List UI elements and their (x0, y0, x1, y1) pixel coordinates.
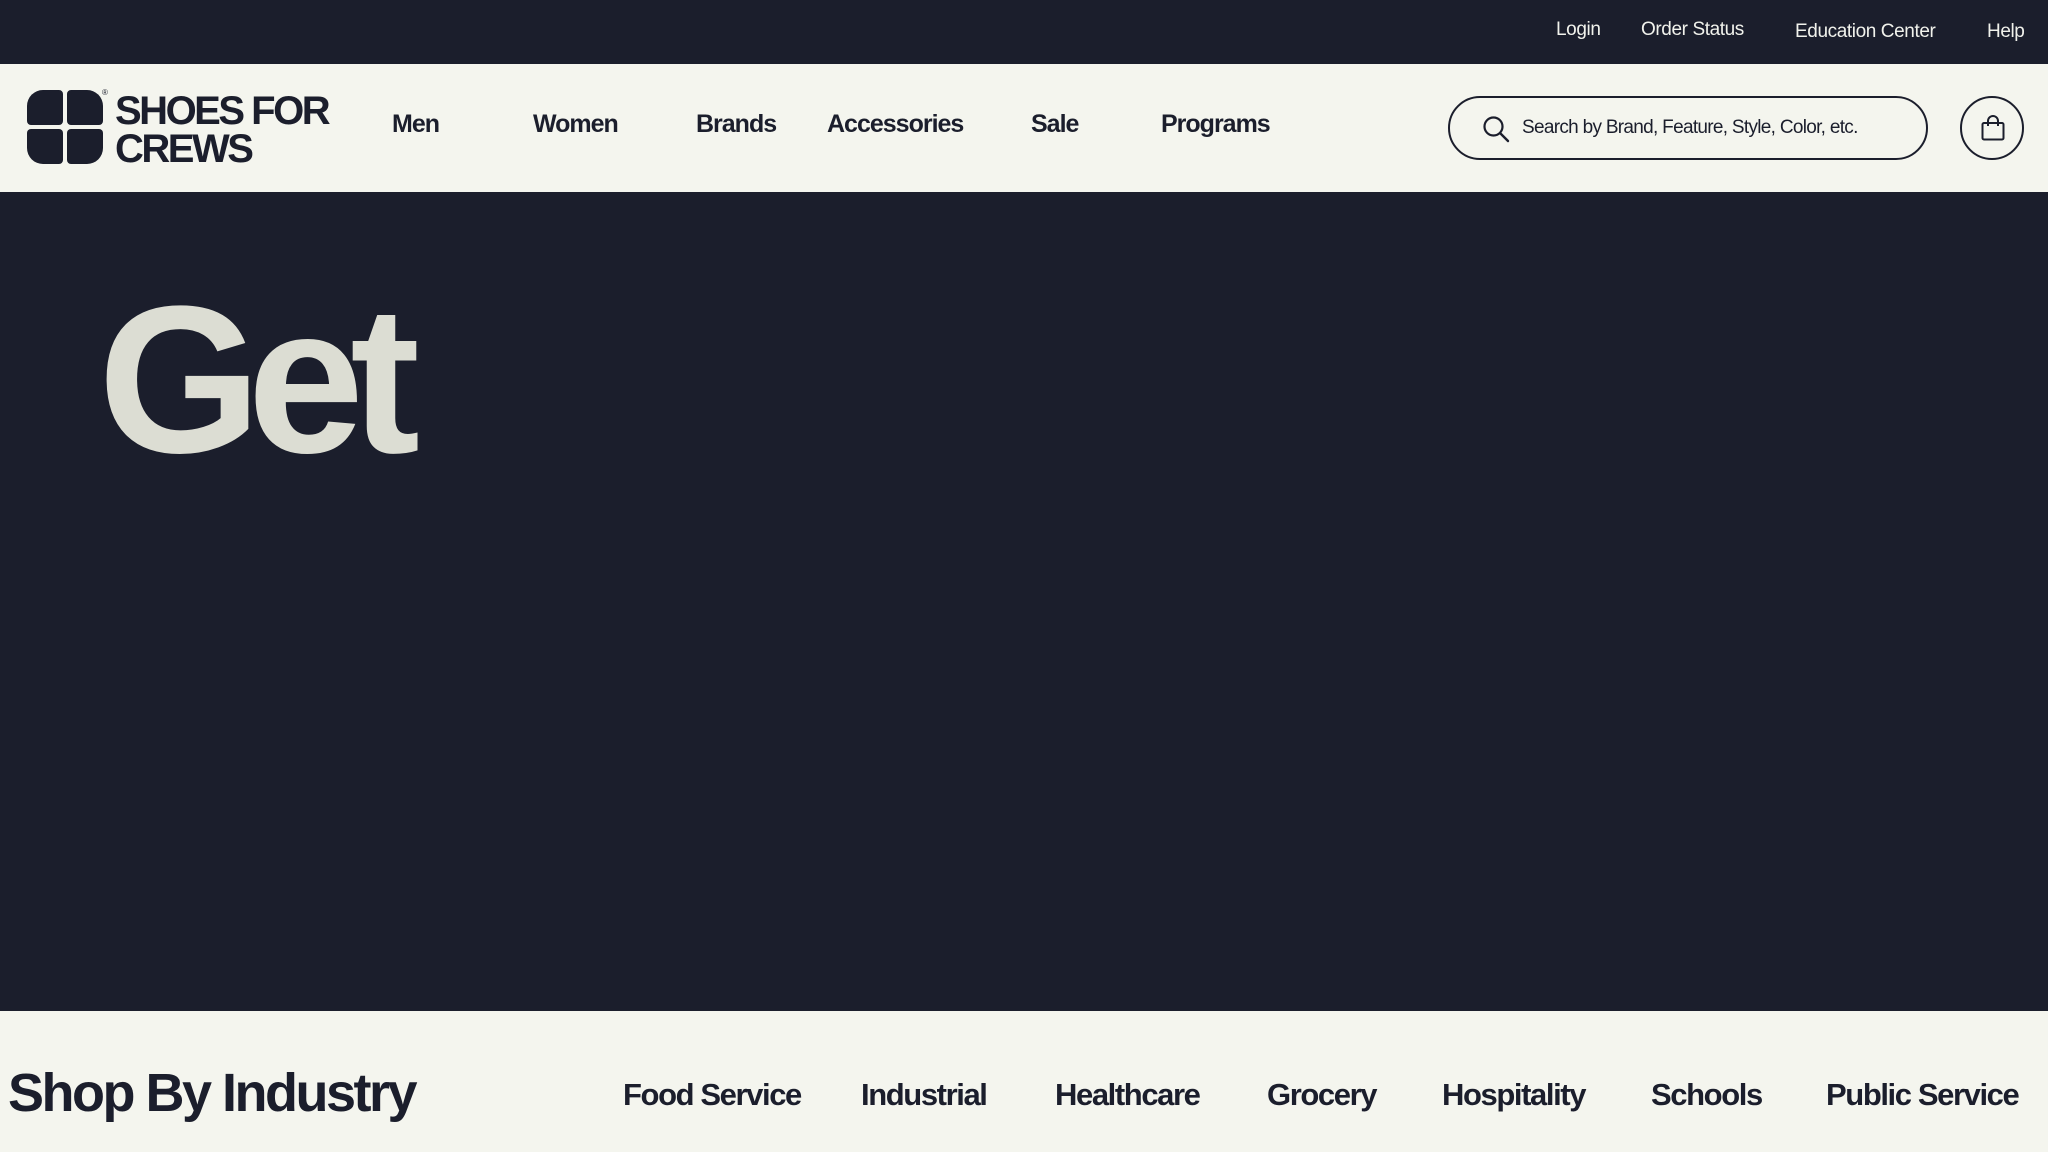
industry-healthcare[interactable]: Healthcare (1055, 1077, 1201, 1113)
industry-food-service[interactable]: Food Service (623, 1077, 802, 1113)
shop-by-industry-title: Shop By Industry (8, 1063, 418, 1123)
industry-hospitality[interactable]: Hospitality (1442, 1077, 1586, 1113)
industry-public-service[interactable]: Public Service (1826, 1077, 2020, 1113)
shopping-bag-icon (1981, 115, 2005, 141)
login-link[interactable]: Login (1556, 19, 1601, 41)
main-header: ® SHOES FOR CREWS Men Women Brands Acces… (0, 64, 2048, 192)
logo-mark-icon (27, 90, 103, 164)
logo-line-1: SHOES FOR (115, 89, 331, 133)
search-icon (1483, 116, 1510, 143)
nav-accessories[interactable]: Accessories (827, 110, 964, 139)
logo-wordmark: SHOES FOR CREWS (115, 89, 331, 171)
nav-sale[interactable]: Sale (1031, 110, 1079, 139)
nav-programs[interactable]: Programs (1161, 110, 1271, 139)
industry-grocery[interactable]: Grocery (1267, 1077, 1378, 1113)
help-link[interactable]: Help (1987, 21, 2025, 43)
logo[interactable]: ® SHOES FOR CREWS (27, 88, 337, 171)
education-center-link[interactable]: Education Center (1795, 21, 1936, 43)
hero-heading: Get (98, 262, 420, 497)
logo-registered-mark: ® (102, 88, 108, 97)
industry-industrial[interactable]: Industrial (861, 1077, 988, 1113)
logo-line-2: CREWS (115, 127, 254, 171)
nav-women[interactable]: Women (533, 110, 619, 139)
nav-brands[interactable]: Brands (696, 110, 777, 139)
hero-banner: Get (0, 192, 2048, 1011)
utility-bar: Login Order Status Education Center Help (0, 0, 2048, 64)
order-status-link[interactable]: Order Status (1641, 19, 1744, 41)
industry-schools[interactable]: Schools (1651, 1077, 1763, 1113)
cart-button[interactable] (1960, 96, 2024, 160)
search-box[interactable] (1448, 96, 1928, 160)
shop-by-industry-section: Shop By Industry Food Service Industrial… (0, 1011, 2048, 1152)
search-input[interactable] (1522, 108, 1912, 148)
nav-men[interactable]: Men (392, 110, 440, 139)
